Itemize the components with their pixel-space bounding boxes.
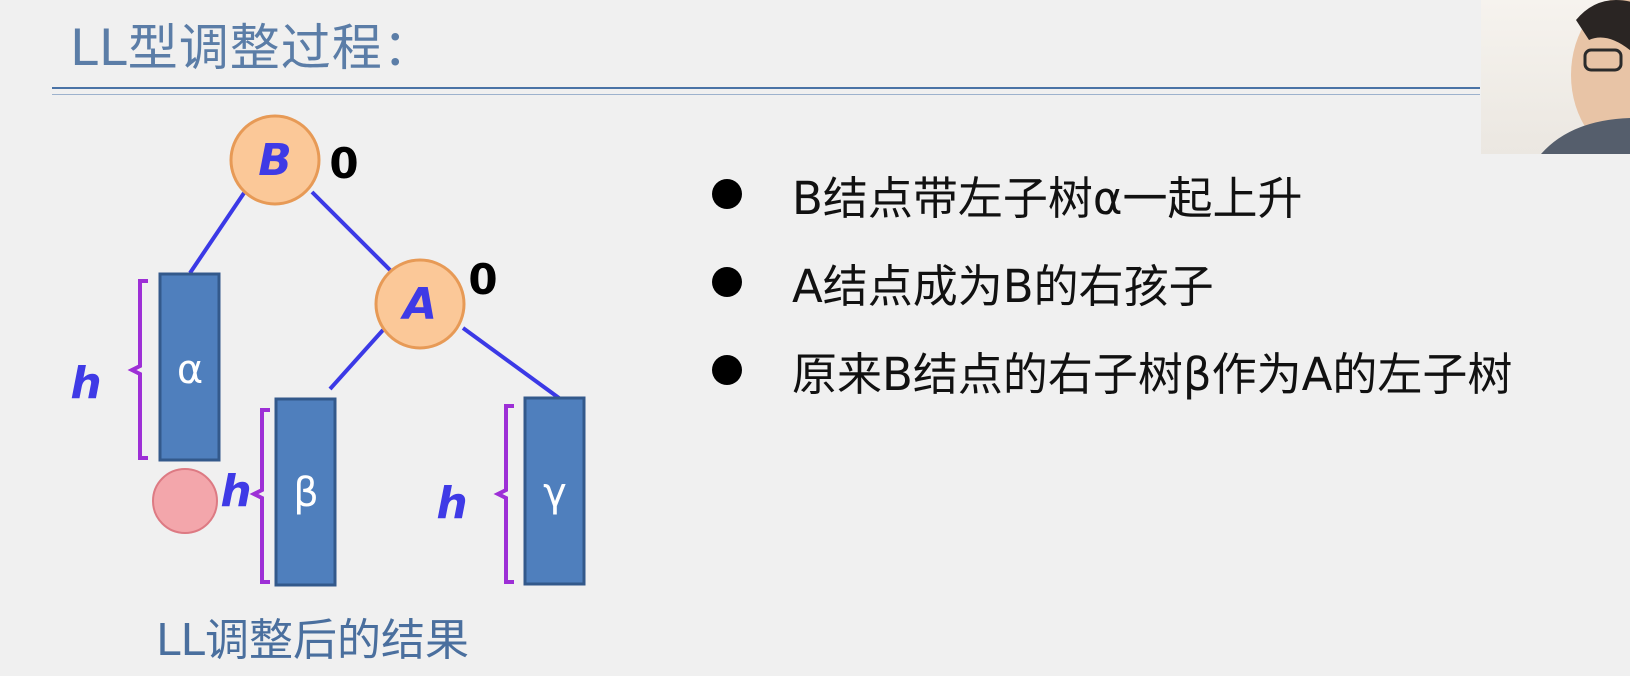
node-b-label: B <box>258 135 292 186</box>
height-label-alpha: h <box>70 358 101 409</box>
subtree-alpha: α h <box>70 272 221 462</box>
bullet-dot-icon <box>712 179 742 209</box>
node-b: B 0 <box>229 114 359 206</box>
brace-gamma <box>493 404 514 584</box>
bullet-item: A结点成为B的右孩子 <box>712 238 1512 326</box>
node-b-balance: 0 <box>329 139 358 188</box>
node-a-balance: 0 <box>468 255 497 304</box>
bullet-text: 原来B结点的右子树β作为A的左子树 <box>792 347 1513 401</box>
subtree-beta-label: β <box>293 470 319 516</box>
bullet-text: A结点成为B的右孩子 <box>792 259 1214 313</box>
brace-beta <box>249 408 270 584</box>
height-label-gamma: h <box>436 478 467 529</box>
bullet-dot-icon <box>712 267 742 297</box>
subtree-gamma: γ h <box>436 396 586 586</box>
title-underline-thin <box>52 94 1480 95</box>
page-title: LL型调整过程： <box>70 19 434 77</box>
bullet-text: B结点带左子树α一起上升 <box>792 171 1303 225</box>
bullet-item: 原来B结点的右子树β作为A的左子树 <box>712 326 1512 414</box>
subtree-beta: β h <box>220 397 337 587</box>
bullet-item: B结点带左子树α一起上升 <box>712 150 1512 238</box>
subtree-gamma-label: γ <box>543 470 567 516</box>
bullet-list: B结点带左子树α一起上升 A结点成为B的右孩子 原来B结点的右子树β作为A的左子… <box>712 150 1512 414</box>
node-a-label: A <box>400 279 437 330</box>
title-underline <box>52 87 1480 89</box>
node-a: A 0 <box>374 255 498 350</box>
brace-alpha <box>127 279 148 460</box>
avl-tree-diagram: α h β h γ h B 0 A 0 <box>70 114 586 587</box>
edge-a-gamma <box>461 326 561 400</box>
bullet-dot-icon <box>712 355 742 385</box>
edge-b-alpha <box>188 191 246 275</box>
diagram-caption: LL调整后的结果 <box>156 615 470 666</box>
inserted-node-marker <box>152 468 218 534</box>
height-label-beta: h <box>220 466 251 517</box>
edge-b-a <box>310 190 394 274</box>
edge-a-beta <box>328 328 385 391</box>
webcam-overlay <box>1481 0 1630 154</box>
subtree-alpha-label: α <box>177 347 203 393</box>
